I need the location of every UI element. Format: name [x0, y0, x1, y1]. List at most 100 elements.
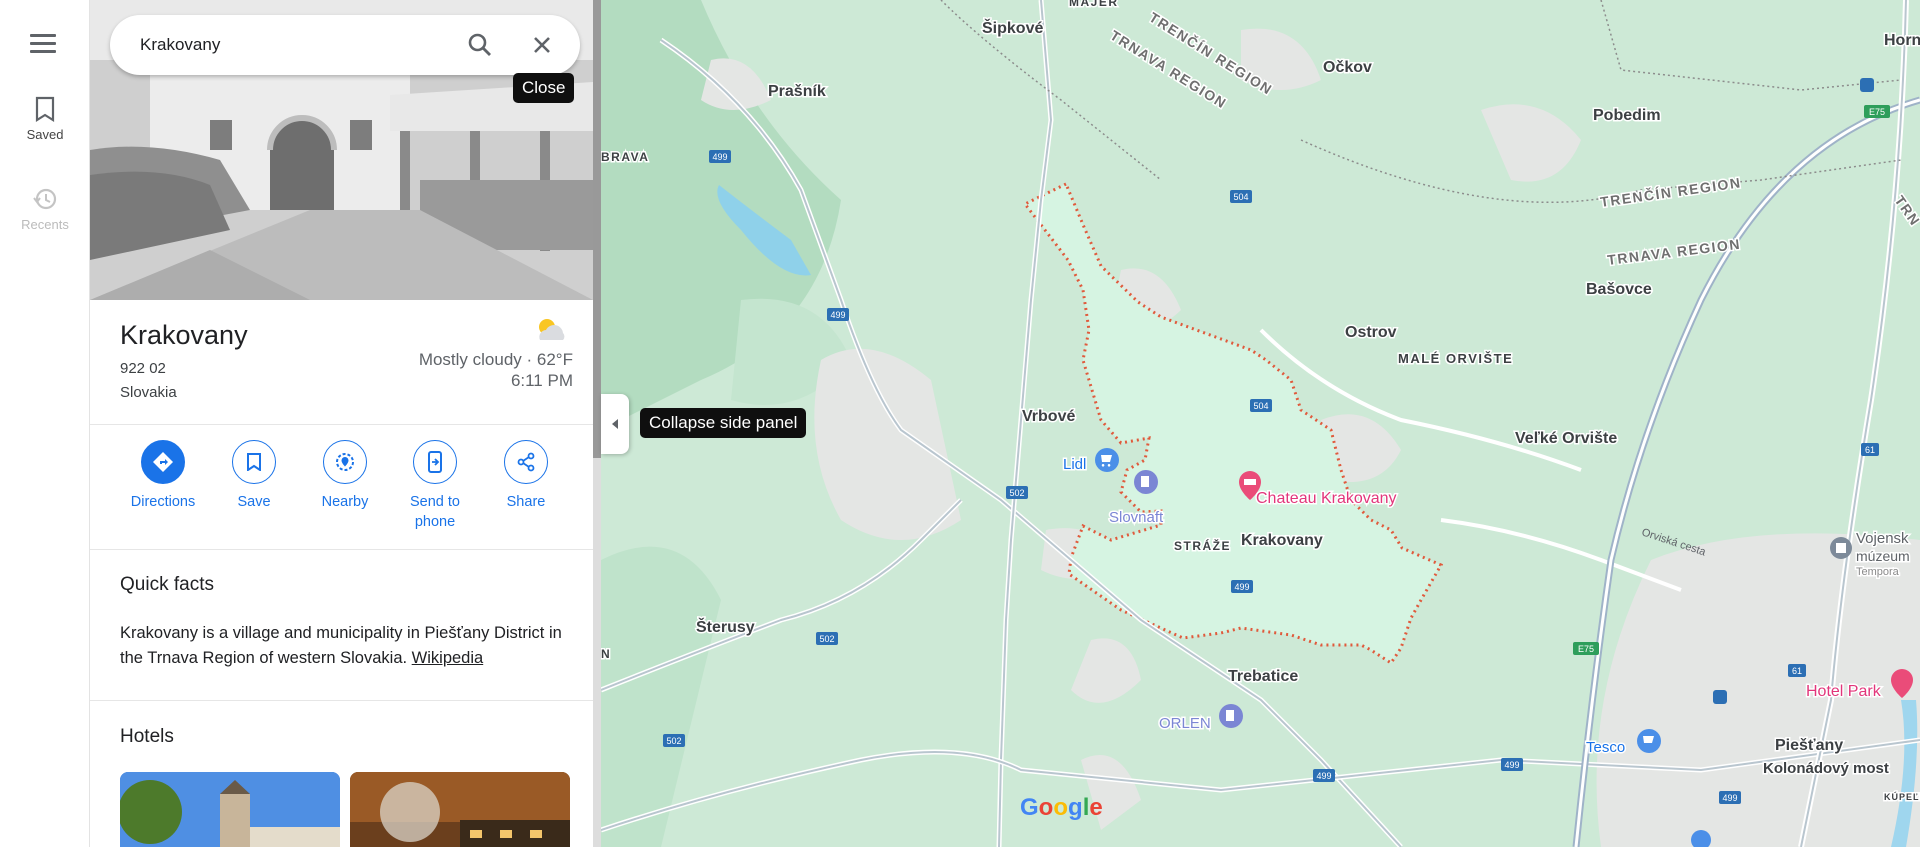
- svg-text:504: 504: [1233, 192, 1248, 202]
- nearby-label: Nearby: [321, 494, 369, 510]
- map-label-sterusy: Šterusy: [696, 617, 755, 636]
- map-label-muzeum: múzeum: [1856, 548, 1910, 564]
- map-label-krakovany: Krakovany: [1241, 532, 1323, 549]
- saved-button[interactable]: Saved: [0, 96, 90, 142]
- search-input[interactable]: [140, 35, 440, 55]
- svg-text:499: 499: [712, 152, 727, 162]
- map-label-brava: BRAVA: [601, 150, 649, 164]
- menu-icon[interactable]: [30, 34, 56, 54]
- map-label-sipkove: Šipkové: [982, 18, 1043, 37]
- road-shield-499: 499: [827, 308, 849, 321]
- map-label-trebatice: Trebatice: [1228, 668, 1298, 685]
- close-tooltip: Close: [513, 73, 575, 103]
- google-logo: Google: [1020, 794, 1103, 821]
- hotel-card-2[interactable]: [350, 772, 570, 847]
- recents-button[interactable]: Recents: [0, 186, 90, 232]
- road-shield-499: 499: [709, 150, 731, 163]
- directions-label: Directions: [130, 494, 196, 510]
- share-icon: [517, 452, 535, 472]
- hotels-heading: Hotels: [120, 726, 174, 747]
- send-to-phone-icon: [428, 451, 442, 473]
- map-label-prasnik: Prašník: [768, 83, 826, 100]
- road-shield-499: 499: [1231, 580, 1253, 593]
- road-shield-e75: E75: [1864, 105, 1890, 118]
- svg-text:504: 504: [1253, 401, 1268, 411]
- divider: [90, 424, 593, 425]
- road-shield-504: 504: [1230, 190, 1252, 203]
- map-label-tempora: Tempora: [1856, 566, 1900, 578]
- action-bar: Directions Save Nearby Send to phone Sha…: [90, 440, 593, 550]
- weather-text: Mostly cloudy · 62°F: [418, 350, 573, 369]
- search-icon[interactable]: [466, 31, 494, 59]
- map-label-velke-orviste: Veľké Orvište: [1515, 430, 1617, 447]
- collapse-panel-button[interactable]: [601, 394, 629, 454]
- road-shield-502: 502: [1006, 486, 1028, 499]
- share-button[interactable]: Share: [481, 440, 571, 512]
- map-label-pobedim: Pobedim: [1593, 107, 1661, 124]
- map-label-majer: MAJER: [1069, 0, 1119, 9]
- road-shield-e75: E75: [1573, 642, 1599, 655]
- map-label-kolonadovy: Kolonádový most: [1763, 760, 1889, 777]
- collapse-tooltip: Collapse side panel: [640, 408, 807, 438]
- local-time: 6:11 PM: [510, 371, 573, 390]
- divider: [90, 700, 593, 701]
- place-panel: Krakovany 922 02 Slovakia Mostly cloudy …: [90, 0, 593, 847]
- nav-rail: Saved Recents: [0, 0, 90, 847]
- map-label-lidl: Lidl: [1063, 456, 1086, 473]
- svg-text:E75: E75: [1578, 644, 1594, 654]
- hotel-photo-2: [350, 772, 570, 847]
- map-label-hotel-park: Hotel Park: [1806, 683, 1882, 700]
- nearby-button[interactable]: Nearby: [300, 440, 390, 512]
- quick-facts-heading: Quick facts: [120, 574, 214, 595]
- map-label-basovce: Bašovce: [1586, 281, 1652, 298]
- map-label-n-edge: N: [601, 647, 610, 661]
- place-title: Krakovany: [120, 320, 248, 350]
- wikipedia-link[interactable]: Wikipedia: [412, 649, 484, 667]
- svg-text:499: 499: [830, 310, 845, 320]
- svg-text:61: 61: [1865, 445, 1875, 455]
- svg-text:61: 61: [1792, 666, 1802, 676]
- save-button[interactable]: Save: [209, 440, 299, 512]
- saved-label: Saved: [26, 127, 64, 142]
- country: Slovakia: [120, 384, 177, 401]
- road-shield-502: 502: [816, 632, 838, 645]
- map-label-chateau: Chateau Krakovany: [1256, 490, 1397, 507]
- road-shield-499: 499: [1313, 769, 1335, 782]
- svg-text:502: 502: [819, 634, 834, 644]
- nearby-icon: [336, 453, 354, 471]
- map-label-horna: Horn: [1884, 32, 1920, 49]
- road-shield-499: 499: [1501, 758, 1523, 771]
- bookmark-icon: [35, 96, 55, 122]
- bookmark-icon: [247, 453, 261, 471]
- map-label-orlen: ORLEN: [1159, 715, 1211, 732]
- svg-text:499: 499: [1234, 582, 1249, 592]
- road-shield-504: 504: [1250, 399, 1272, 412]
- bus-stop-poi[interactable]: [1860, 78, 1874, 92]
- close-icon[interactable]: [528, 31, 556, 59]
- road-shield-61: 61: [1788, 664, 1806, 677]
- save-label: Save: [237, 494, 271, 510]
- directions-icon: [153, 452, 173, 472]
- svg-text:502: 502: [666, 736, 681, 746]
- map-label-straze: STRÁŽE: [1174, 538, 1231, 553]
- directions-button[interactable]: Directions: [118, 440, 208, 512]
- panel-scrollbar[interactable]: [593, 0, 601, 458]
- search-box: [110, 15, 580, 75]
- svg-text:499: 499: [1316, 771, 1331, 781]
- map-label-piestany: Piešťany: [1775, 737, 1843, 754]
- svg-text:499: 499: [1722, 793, 1737, 803]
- svg-text:499: 499: [1504, 760, 1519, 770]
- map-label-ostrov: Ostrov: [1345, 324, 1397, 341]
- hotel-card-1[interactable]: [120, 772, 340, 847]
- bus-stop-poi[interactable]: [1713, 690, 1727, 704]
- send-to-phone-label-line2: phone: [414, 514, 456, 530]
- send-to-phone-button[interactable]: Send to phone: [390, 440, 480, 532]
- map-label-vojensk: Vojensk: [1856, 530, 1909, 547]
- map-label-vrbove: Vrbové: [1022, 408, 1075, 425]
- quick-facts-body: Krakovany is a village and municipality …: [120, 624, 562, 667]
- map-label-ockov: Očkov: [1323, 59, 1372, 76]
- svg-text:502: 502: [1009, 488, 1024, 498]
- road-shield-61: 61: [1861, 443, 1879, 456]
- road-shield-499: 499: [1719, 791, 1741, 804]
- recents-label: Recents: [21, 217, 69, 232]
